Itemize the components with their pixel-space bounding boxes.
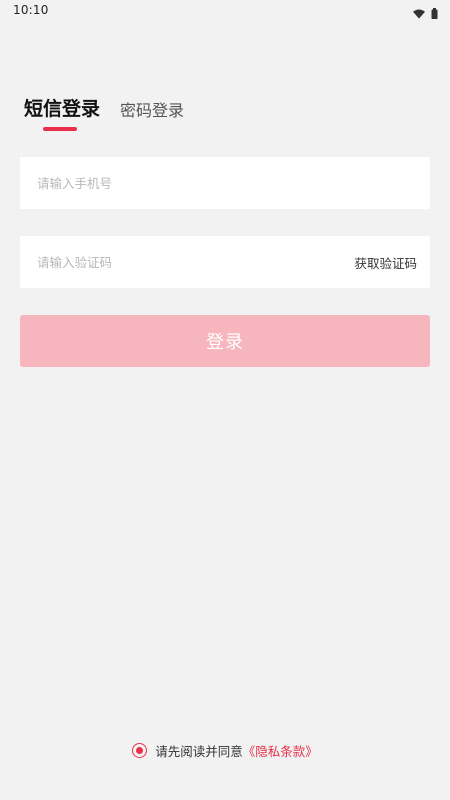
verification-code-input[interactable] bbox=[37, 254, 355, 270]
battery-icon bbox=[431, 4, 438, 23]
status-time: 10:10 bbox=[13, 3, 49, 17]
wifi-icon bbox=[413, 4, 425, 23]
status-bar: 10:10 bbox=[0, 0, 450, 22]
login-tabs: 短信登录 密码登录 bbox=[24, 94, 184, 131]
phone-field-container bbox=[20, 157, 430, 209]
phone-input[interactable] bbox=[37, 175, 417, 191]
login-button[interactable]: 登录 bbox=[20, 315, 430, 367]
radio-checked-dot bbox=[136, 747, 144, 754]
privacy-link[interactable]: 《隐私条款》 bbox=[243, 741, 318, 760]
tab-password-login[interactable]: 密码登录 bbox=[120, 97, 184, 131]
tab-sms-login[interactable]: 短信登录 bbox=[24, 94, 100, 131]
tab-sms-login-label: 短信登录 bbox=[24, 98, 101, 120]
code-field-container: 获取验证码 bbox=[20, 236, 430, 288]
tab-active-indicator bbox=[43, 127, 77, 131]
agreement-text: 请先阅读并同意 bbox=[155, 744, 243, 759]
tab-password-login-label: 密码登录 bbox=[120, 101, 185, 120]
status-icons bbox=[413, 4, 438, 23]
agreement-row: 请先阅读并同意 《隐私条款》 bbox=[0, 741, 450, 760]
get-code-button[interactable]: 获取验证码 bbox=[354, 253, 417, 272]
agreement-radio[interactable] bbox=[132, 743, 148, 758]
